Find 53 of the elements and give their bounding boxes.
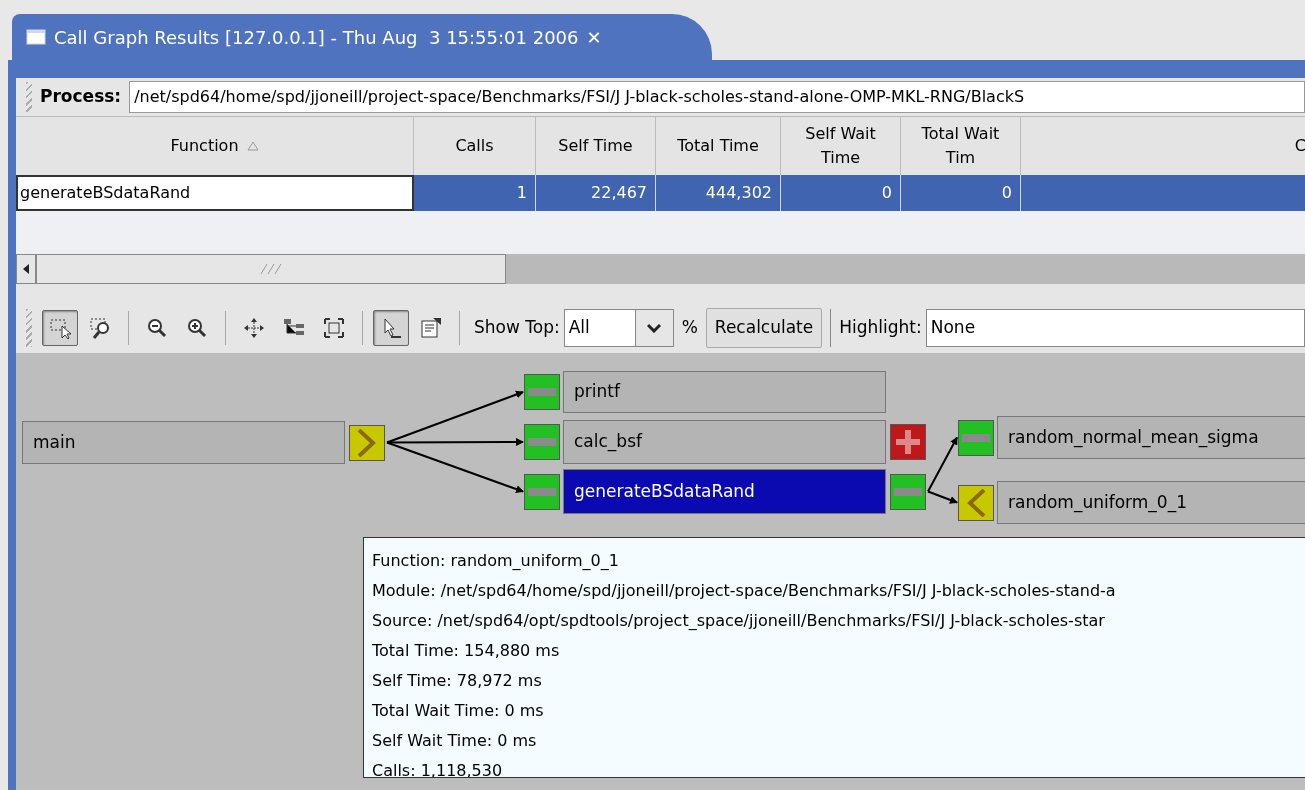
sort-ascending-icon bbox=[246, 141, 259, 151]
table-cell[interactable]: generateBSdataRand bbox=[16, 175, 414, 211]
pointer-button[interactable] bbox=[373, 309, 409, 346]
collapse-button[interactable] bbox=[524, 374, 560, 410]
tooltip-line: Function: random_uniform_0_1 bbox=[372, 550, 620, 572]
scroll-left-button[interactable] bbox=[16, 254, 36, 284]
show-top-label: Show Top: bbox=[474, 315, 560, 339]
window-icon bbox=[26, 29, 46, 45]
show-top-dropdown[interactable]: All bbox=[563, 308, 674, 347]
collapse-button[interactable] bbox=[958, 419, 994, 456]
function-node[interactable]: random_normal_mean_sigma bbox=[997, 416, 1305, 459]
expand-button[interactable] bbox=[958, 484, 994, 521]
tooltip-line: Self Time: 78,972 ms bbox=[372, 670, 543, 692]
minus-icon bbox=[894, 487, 922, 496]
properties-icon bbox=[419, 315, 443, 340]
chevron-left-icon bbox=[966, 488, 986, 517]
function-node[interactable]: random_uniform_0_1 bbox=[997, 481, 1305, 524]
minus-icon bbox=[528, 487, 556, 496]
tooltip-line: Total Wait Time: 0 ms bbox=[372, 700, 545, 722]
plus-icon bbox=[896, 430, 920, 454]
percent-label: % bbox=[681, 315, 698, 339]
minus-icon bbox=[528, 388, 556, 396]
close-button[interactable]: ✕ bbox=[586, 23, 602, 51]
collapse-button[interactable] bbox=[890, 473, 926, 510]
collapse-button[interactable] bbox=[524, 473, 560, 510]
tooltip-line: Module: /net/spd64/home/spd/jjoneill/project-space/Benchmarks/FSI/J J-black-scholes-stand-a bbox=[372, 580, 1117, 602]
chevron-down-icon bbox=[647, 322, 662, 333]
highlight-dropdown[interactable]: None bbox=[925, 308, 1305, 347]
function-node[interactable]: main bbox=[22, 421, 345, 464]
tooltip-line: Calls: 1,118,530 bbox=[372, 760, 504, 777]
arrow-left-icon bbox=[22, 264, 30, 274]
function-node[interactable]: calc_bsf bbox=[563, 420, 886, 464]
chevron-right-icon bbox=[357, 428, 377, 457]
process-field[interactable]: /net/spd64/home/spd/jjoneill/project-space/Benchmarks/FSI/J J-black-scholes-stand-alone-OMP-MKL-RNG/BlackS bbox=[129, 81, 1305, 113]
process-label: Process: bbox=[40, 85, 122, 109]
recalculate-button[interactable]: Recalculate bbox=[705, 307, 823, 348]
function-node[interactable]: printf bbox=[563, 371, 886, 413]
collapse-button[interactable] bbox=[524, 424, 560, 460]
fit-icon bbox=[322, 315, 346, 340]
zoom-area-icon bbox=[88, 315, 112, 340]
tab[interactable]: Call Graph Results [127.0.0.1] - Thu Aug 3 15:55:01 2006 ✕ bbox=[12, 14, 712, 60]
minus-icon bbox=[528, 438, 556, 446]
tooltip-line: Total Time: 154,880 ms bbox=[372, 640, 561, 662]
function-node[interactable]: generateBSdataRand bbox=[563, 469, 886, 514]
scrollbar-thumb[interactable] bbox=[36, 254, 506, 284]
minus-icon bbox=[962, 433, 990, 442]
expand-button[interactable] bbox=[890, 424, 926, 460]
tooltip-line: Self Wait Time: 0 ms bbox=[372, 730, 538, 752]
tooltip-line: Source: /net/spd64/opt/spdtools/project_space/jjoneill/Benchmarks/FSI/J J-black-scholes-star bbox=[372, 610, 1106, 632]
tab-title: Call Graph Results [127.0.0.1] - Thu Aug 3 15:55:01 2006 bbox=[54, 25, 579, 50]
expand-button[interactable] bbox=[349, 424, 385, 461]
select-tool-button[interactable] bbox=[42, 309, 78, 346]
highlight-label: Highlight: bbox=[839, 315, 922, 339]
